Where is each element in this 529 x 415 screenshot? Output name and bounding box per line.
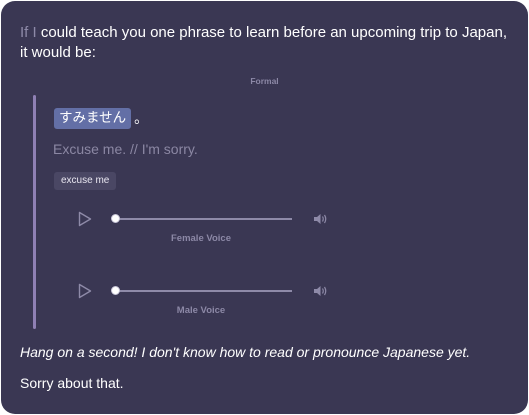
audio-player-male: Male Voice [71, 283, 341, 323]
volume-icon[interactable] [313, 212, 329, 226]
intro-text: If I could teach you one phrase to learn… [20, 23, 510, 63]
intro-prefix: If I [20, 24, 37, 41]
audio-progress-handle[interactable] [111, 286, 120, 295]
play-icon[interactable] [77, 211, 93, 227]
quote-bar [33, 95, 36, 329]
reply-text: Hang on a second! I don't know how to re… [20, 344, 471, 360]
phrase-translation: Excuse me. // I'm sorry. [53, 141, 198, 157]
meaning-tag[interactable]: excuse me [54, 172, 117, 190]
closing-text: Sorry about that. [20, 375, 124, 391]
intro-rest: could teach you one phrase to learn befo… [20, 24, 507, 61]
register-label: Formal [250, 76, 279, 86]
voice-label: Female Voice [170, 233, 232, 244]
audio-progress-track[interactable] [115, 218, 292, 220]
voice-label: Male Voice [176, 305, 226, 316]
japanese-word[interactable]: すみません [54, 107, 132, 129]
japanese-punctuation: 。 [134, 111, 149, 127]
play-icon[interactable] [77, 283, 93, 299]
audio-progress-handle[interactable] [111, 214, 120, 223]
japanese-phrase: すみません。 [54, 107, 148, 129]
message-card: If I could teach you one phrase to learn… [1, 1, 528, 414]
volume-icon[interactable] [313, 284, 329, 298]
audio-progress-track[interactable] [115, 290, 292, 292]
audio-player-female: Female Voice [71, 211, 341, 251]
